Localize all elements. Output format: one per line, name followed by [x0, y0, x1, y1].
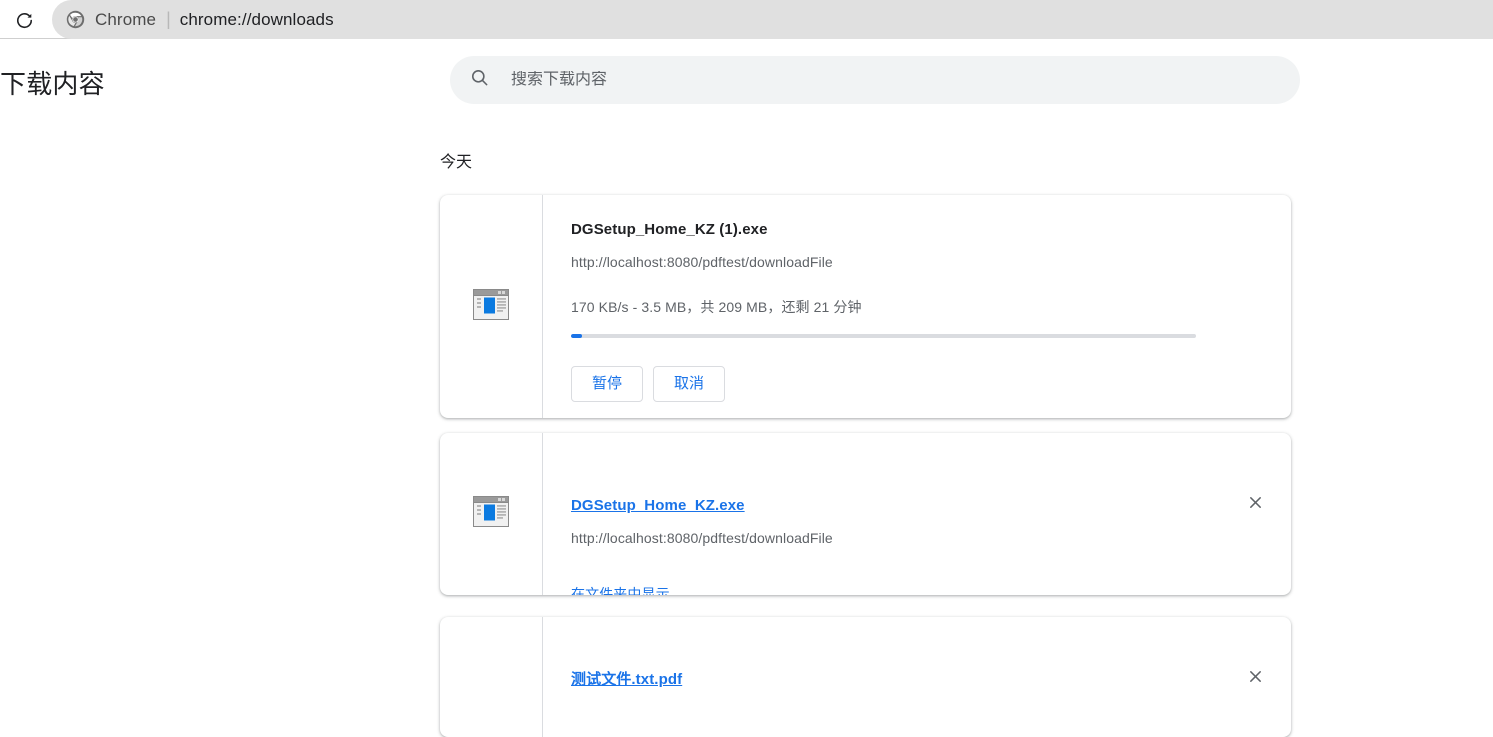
search-input[interactable] — [511, 71, 1251, 89]
download-item[interactable]: DGSetup_Home_KZ.exe http://localhost:808… — [440, 433, 1291, 595]
download-status-text: 170 KB/s - 3.5 MB，共 209 MB，还剩 21 分钟 — [571, 299, 862, 315]
download-progress-fill — [571, 334, 582, 338]
search-box[interactable] — [450, 56, 1300, 104]
omnibox-url-text: chrome://downloads — [179, 9, 334, 29]
downloads-page: 下载内容 今天 — [0, 39, 1493, 737]
date-group-header: 今天 — [440, 154, 473, 171]
omnibox-app-label: Chrome — [95, 9, 157, 29]
page-title: 下载内容 — [0, 69, 105, 99]
file-name-link[interactable]: DGSetup_Home_KZ.exe — [571, 496, 745, 516]
cancel-button[interactable]: 取消 — [653, 366, 725, 402]
download-progress-bar — [571, 334, 1196, 338]
download-item[interactable]: DGSetup_Home_KZ (1).exe http://localhost… — [440, 195, 1291, 418]
remove-download-button[interactable] — [1241, 491, 1269, 519]
download-actions: 暂停 取消 — [571, 366, 725, 402]
close-icon — [1248, 495, 1263, 515]
remove-download-button[interactable] — [1241, 665, 1269, 693]
file-source-url: http://localhost:8080/pdftest/downloadFi… — [571, 254, 833, 270]
file-icon-column — [440, 617, 543, 737]
reload-button[interactable] — [8, 4, 40, 36]
file-source-url: http://localhost:8080/pdftest/downloadFi… — [571, 530, 833, 546]
pause-button[interactable]: 暂停 — [571, 366, 643, 402]
browser-toolbar: Chrome | chrome://downloads — [0, 0, 1493, 39]
omnibox[interactable]: Chrome | chrome://downloads — [52, 0, 1493, 39]
omnibox-separator: | — [166, 9, 171, 29]
show-in-folder-link[interactable]: 在文件夹中显示 — [571, 584, 670, 595]
chrome-logo-icon — [66, 10, 85, 29]
file-name: DGSetup_Home_KZ (1).exe — [571, 221, 768, 238]
reload-icon — [15, 11, 34, 30]
application-window-icon — [473, 288, 509, 325]
file-icon-column — [440, 433, 543, 595]
close-icon — [1248, 669, 1263, 689]
download-item[interactable]: 测试文件.txt.pdf — [440, 617, 1291, 737]
file-icon-column — [440, 195, 543, 418]
file-name-link[interactable]: 测试文件.txt.pdf — [571, 670, 682, 690]
application-window-icon — [473, 496, 509, 532]
search-icon — [470, 68, 489, 92]
